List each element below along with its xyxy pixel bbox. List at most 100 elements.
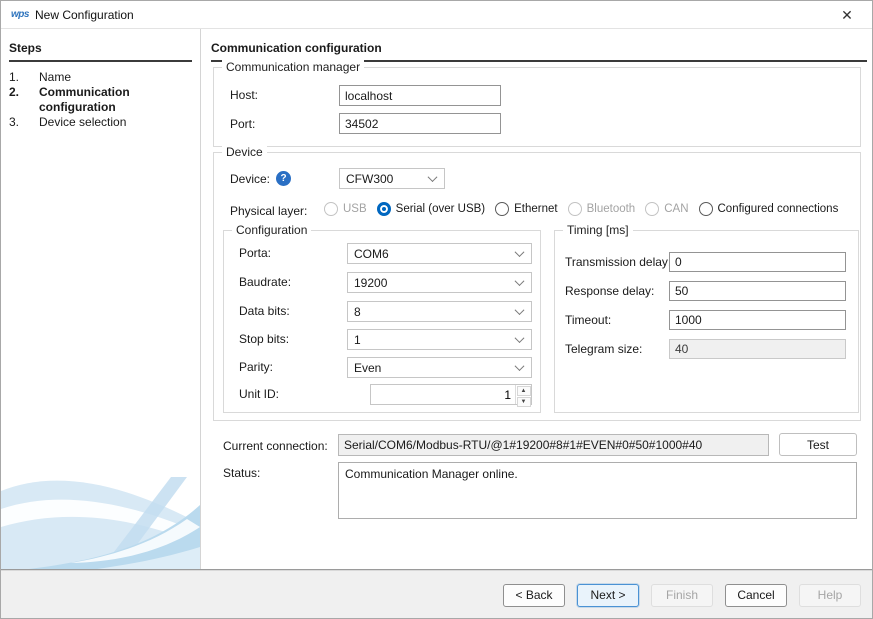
chevron-down-icon [428,172,438,182]
cancel-button[interactable]: Cancel [725,584,787,607]
step-label: Name [39,70,179,85]
radio-configured-connections[interactable]: Configured connections [699,202,839,216]
finish-button: Finish [651,584,713,607]
radio-icon [568,202,582,216]
device-label: Device: [230,172,270,186]
step-number: 3. [9,115,39,130]
step-label: Communication configuration [39,85,179,115]
communication-manager-group: Communication manager Host: Port: [213,67,861,147]
new-configuration-dialog: wps New Configuration ✕ Steps 1. Name 2.… [0,0,873,619]
chevron-down-icon [515,276,525,286]
help-icon[interactable]: ? [276,171,291,186]
status-textarea: Communication Manager online. [338,462,857,519]
group-legend: Communication manager [222,60,364,74]
unit-id-input[interactable] [371,385,515,404]
radio-bluetooth: Bluetooth [568,202,636,216]
porta-select[interactable]: COM6 [347,243,532,264]
spinner-up-icon[interactable]: ▲ [517,386,531,396]
radio-icon [645,202,659,216]
stop-bits-select[interactable]: 1 [347,329,532,350]
radio-label: Serial (over USB) [396,203,485,215]
next-button[interactable]: Next > [577,584,639,607]
chevron-down-icon [515,333,525,343]
port-label: Port: [230,117,255,131]
data-bits-select-value: 8 [354,305,516,319]
host-input[interactable] [339,85,501,106]
sidebar-divider [200,29,201,569]
group-legend: Device [222,145,267,159]
telegram-size-label: Telegram size: [565,342,642,356]
radio-label: Configured connections [718,203,839,215]
current-connection-field [338,434,769,456]
step-item-name: 1. Name [9,70,194,85]
step-item-device-selection: 3. Device selection [9,115,194,130]
device-select[interactable]: CFW300 [339,168,445,189]
step-item-communication-configuration: 2. Communication configuration [9,85,194,115]
parity-select[interactable]: Even [347,357,532,378]
stop-bits-select-value: 1 [354,333,516,347]
transmission-delay-label: Transmission delay: [565,255,671,269]
radio-label: USB [343,203,367,215]
unit-id-label: Unit ID: [239,387,279,401]
stop-bits-label: Stop bits: [239,332,289,346]
radio-icon [699,202,713,216]
spinner-down-icon[interactable]: ▼ [517,397,531,407]
group-legend: Timing [ms] [563,223,633,237]
radio-usb: USB [324,202,367,216]
steps-heading: Steps [9,41,192,62]
decorative-swoosh-graphic [1,469,200,569]
transmission-delay-input[interactable] [669,252,846,272]
test-button[interactable]: Test [779,433,857,456]
porta-label: Porta: [239,246,271,260]
radio-selected-icon [377,202,391,216]
timing-group: Timing [ms] Transmission delay: Response… [554,230,859,413]
step-number: 1. [9,70,39,85]
chevron-down-icon [515,361,525,371]
porta-select-value: COM6 [354,247,516,261]
chevron-down-icon [515,247,525,257]
spinner-buttons: ▲ ▼ [515,385,531,404]
current-connection-label: Current connection: [223,439,328,453]
radio-icon [324,202,338,216]
help-button: Help [799,584,861,607]
radio-icon [495,202,509,216]
physical-layer-radio-group: USB Serial (over USB) Ethernet Bluetooth… [324,202,838,216]
steps-list: 1. Name 2. Communication configuration 3… [9,70,194,130]
radio-label: Ethernet [514,203,557,215]
step-label: Device selection [39,115,179,130]
wps-logo-icon: wps [11,9,31,22]
baudrate-select[interactable]: 19200 [347,272,532,293]
host-label: Host: [230,88,258,102]
step-number: 2. [9,85,39,115]
window-title: New Configuration [35,8,134,22]
radio-label: Bluetooth [587,203,636,215]
title-bar: wps New Configuration ✕ [1,1,872,29]
port-input[interactable] [339,113,501,134]
baudrate-label: Baudrate: [239,275,291,289]
footer-bar: < Back Next > Finish Cancel Help [1,569,872,619]
radio-ethernet[interactable]: Ethernet [495,202,557,216]
parity-select-value: Even [354,361,516,375]
data-bits-label: Data bits: [239,304,290,318]
timeout-label: Timeout: [565,313,611,327]
radio-label: CAN [664,203,688,215]
status-label: Status: [223,466,260,480]
unit-id-stepper[interactable]: ▲ ▼ [370,384,532,405]
device-select-value: CFW300 [346,172,429,186]
telegram-size-input [669,339,846,359]
back-button[interactable]: < Back [503,584,565,607]
close-icon[interactable]: ✕ [836,5,858,25]
radio-serial-over-usb[interactable]: Serial (over USB) [377,202,485,216]
physical-layer-label: Physical layer: [230,204,307,218]
response-delay-input[interactable] [669,281,846,301]
baudrate-select-value: 19200 [354,276,516,290]
configuration-group: Configuration Porta: COM6 Baudrate: 1920… [223,230,541,413]
chevron-down-icon [515,305,525,315]
timeout-input[interactable] [669,310,846,330]
parity-label: Parity: [239,360,273,374]
radio-can: CAN [645,202,688,216]
data-bits-select[interactable]: 8 [347,301,532,322]
group-legend: Configuration [232,223,311,237]
page-title: Communication configuration [211,41,867,62]
response-delay-label: Response delay: [565,284,654,298]
